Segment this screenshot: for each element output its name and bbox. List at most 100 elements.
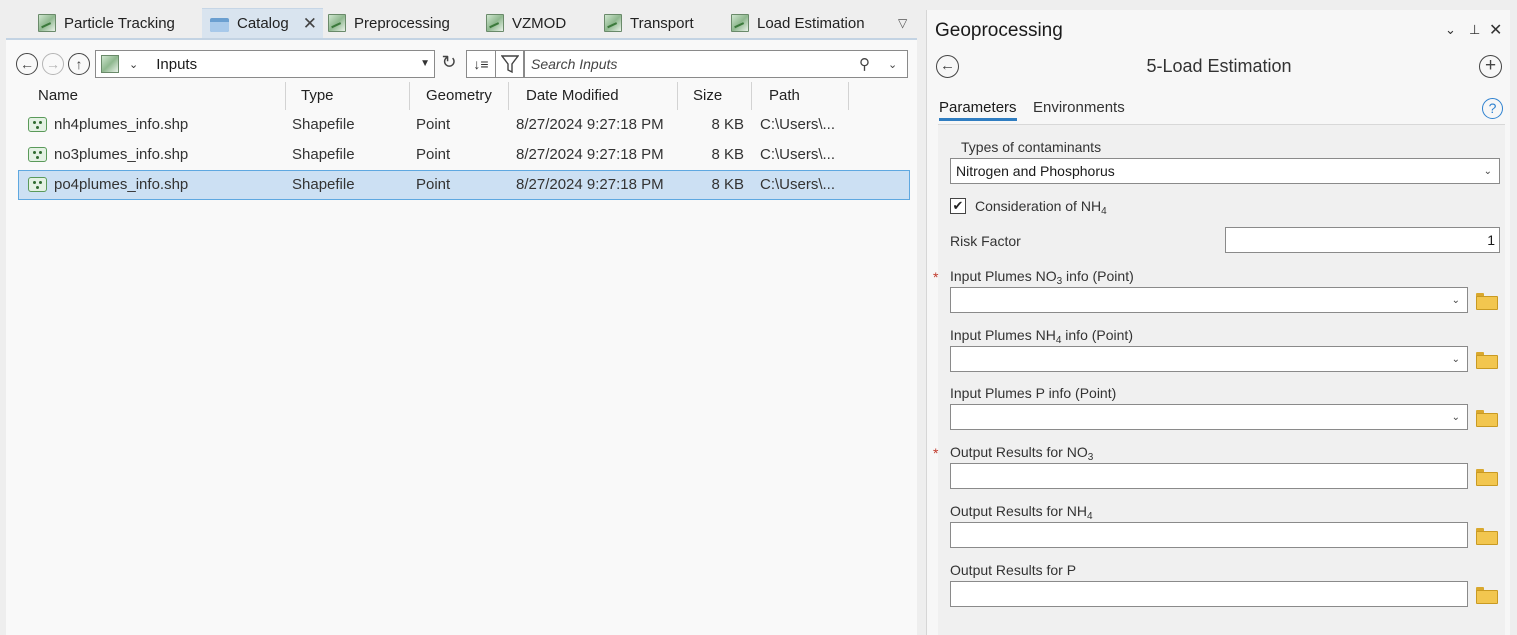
tab-label: VZMOD [512,14,567,32]
label-text: info (Point) [1062,268,1134,284]
risk-factor-label: Risk Factor [950,233,1021,249]
pane-title: Geoprocessing [935,20,1063,41]
tab-catalog[interactable]: Catalog ✕ [202,8,323,38]
location-dropdown[interactable]: ⌄ Inputs ▼ [95,50,435,78]
subscript: 4 [1055,335,1062,346]
label-text: Output Results for NO [950,444,1088,460]
cell-geometry: Point [416,176,451,193]
tool-name: 5-Load Estimation [1146,56,1292,76]
search-icon[interactable]: ⚲ [859,55,870,73]
label-text: info (Point) [1061,327,1133,343]
chevron-down-icon: ⌄ [1451,412,1460,423]
catalog-icon [210,16,230,32]
tab-environments[interactable]: Environments [1033,99,1125,116]
input-p-dropdown[interactable]: ⌄ [950,404,1468,430]
cell-path: C:\Users\... [760,116,836,133]
label-text: Consideration of NH [975,198,1102,214]
folder-icon[interactable] [1476,293,1498,310]
required-asterisk: * [933,269,939,285]
document-tab-bar: Particle Tracking Catalog ✕ Preprocessin… [0,0,918,38]
folder-icon[interactable] [1476,352,1498,369]
sort-button[interactable]: ↓≡ [466,50,496,78]
map-icon [486,14,504,32]
table-header: Name Type Geometry Date Modified Size Pa… [18,82,908,110]
input-p-label: Input Plumes P info (Point) [950,385,1117,401]
output-p-label: Output Results for P [950,562,1077,578]
cell-geometry: Point [416,116,451,133]
input-nh4-label: Input Plumes NH4 info (Point) [950,327,1133,346]
subscript: 3 [1056,276,1063,287]
column-header-type[interactable]: Type [286,82,410,110]
label-text: Output Results for NH [950,503,1087,519]
back-arrow-icon[interactable]: ← [16,53,38,75]
help-icon[interactable]: ? [1482,98,1503,119]
subscript: 3 [1087,452,1094,463]
output-p-input[interactable] [950,581,1468,607]
cell-type: Shapefile [292,116,355,133]
output-nh4-input[interactable] [950,522,1468,548]
cell-path: C:\Users\... [760,176,836,193]
types-of-contaminants-dropdown[interactable]: Nitrogen and Phosphorus ⌄ [950,158,1500,184]
cell-type: Shapefile [292,176,355,193]
column-header-geometry[interactable]: Geometry [410,82,509,110]
column-header-size[interactable]: Size [678,82,752,110]
folder-icon[interactable] [1476,469,1498,486]
tab-particle-tracking[interactable]: Particle Tracking [38,8,175,38]
map-icon [604,14,622,32]
risk-factor-input[interactable]: 1 [1225,227,1500,253]
up-arrow-icon[interactable]: ↑ [68,53,90,75]
tab-overflow-chevron-icon[interactable]: ▽ [898,16,907,30]
close-icon[interactable]: ✕ [1489,20,1502,40]
column-header-name[interactable]: Name [18,82,286,110]
options-chevron-icon[interactable]: ⌄ [1445,22,1456,38]
cell-type: Shapefile [292,146,355,163]
add-icon[interactable]: + [1479,55,1502,78]
column-header-date-modified[interactable]: Date Modified [509,82,678,110]
chevron-down-icon: ⌄ [1451,354,1460,365]
location-text: Inputs [156,55,198,73]
chevron-down-icon[interactable]: ⌄ [129,58,138,71]
output-no3-input[interactable] [950,463,1468,489]
point-shapefile-icon [28,147,47,162]
cell-name: no3plumes_info.shp [54,146,189,163]
consider-nh4-checkbox[interactable]: ✔ [950,198,966,214]
folder-icon[interactable] [1476,528,1498,545]
input-no3-dropdown[interactable]: ⌄ [950,287,1468,313]
chevron-down-icon[interactable]: ⌄ [888,58,897,71]
input-nh4-dropdown[interactable]: ⌄ [950,346,1468,372]
tab-vzmod[interactable]: VZMOD [486,8,566,38]
column-header-path[interactable]: Path [752,82,849,110]
refresh-icon[interactable]: ↻ [436,52,462,76]
tab-transport[interactable]: Transport [604,8,694,38]
folder-icon[interactable] [1476,410,1498,427]
tab-label: Preprocessing [354,14,450,32]
cell-name: nh4plumes_info.shp [54,116,189,133]
map-icon [731,14,749,32]
table-row[interactable]: nh4plumes_info.shp Shapefile Point 8/27/… [18,110,910,140]
project-icon [101,55,119,73]
tab-load-estimation[interactable]: Load Estimation [731,8,865,38]
folder-icon[interactable] [1476,587,1498,604]
parameters-panel: Types of contaminants Nitrogen and Phosp… [933,124,1505,635]
cell-name: po4plumes_info.shp [54,176,189,193]
dropdown-arrow-icon[interactable]: ▼ [420,58,430,69]
forward-arrow-icon[interactable]: → [42,53,64,75]
tab-label: Particle Tracking [64,14,175,32]
tab-preprocessing[interactable]: Preprocessing [328,8,450,38]
cell-size: 8 KB [711,176,744,193]
input-no3-label: Input Plumes NO3 info (Point) [950,268,1134,287]
label-text: Input Plumes NO [950,268,1057,284]
pin-icon[interactable]: ⊥ [1469,22,1480,38]
types-value: Nitrogen and Phosphorus [956,163,1115,179]
tab-parameters[interactable]: Parameters [939,99,1017,121]
table-row-selected[interactable]: po4plumes_info.shp Shapefile Point 8/27/… [18,170,910,200]
search-box[interactable]: ⚲ ⌄ [524,50,908,78]
catalog-navbar: ← → ↑ ⌄ Inputs ▼ ↻ ↓≡ ⚲ ⌄ [6,48,917,82]
close-icon[interactable]: ✕ [303,14,317,34]
chevron-down-icon: ⌄ [1451,295,1460,306]
filter-icon[interactable] [496,50,524,78]
table-row[interactable]: no3plumes_info.shp Shapefile Point 8/27/… [18,140,910,170]
required-asterisk: * [933,445,939,461]
search-input[interactable] [529,53,849,75]
output-nh4-label: Output Results for NH4 [950,503,1093,522]
